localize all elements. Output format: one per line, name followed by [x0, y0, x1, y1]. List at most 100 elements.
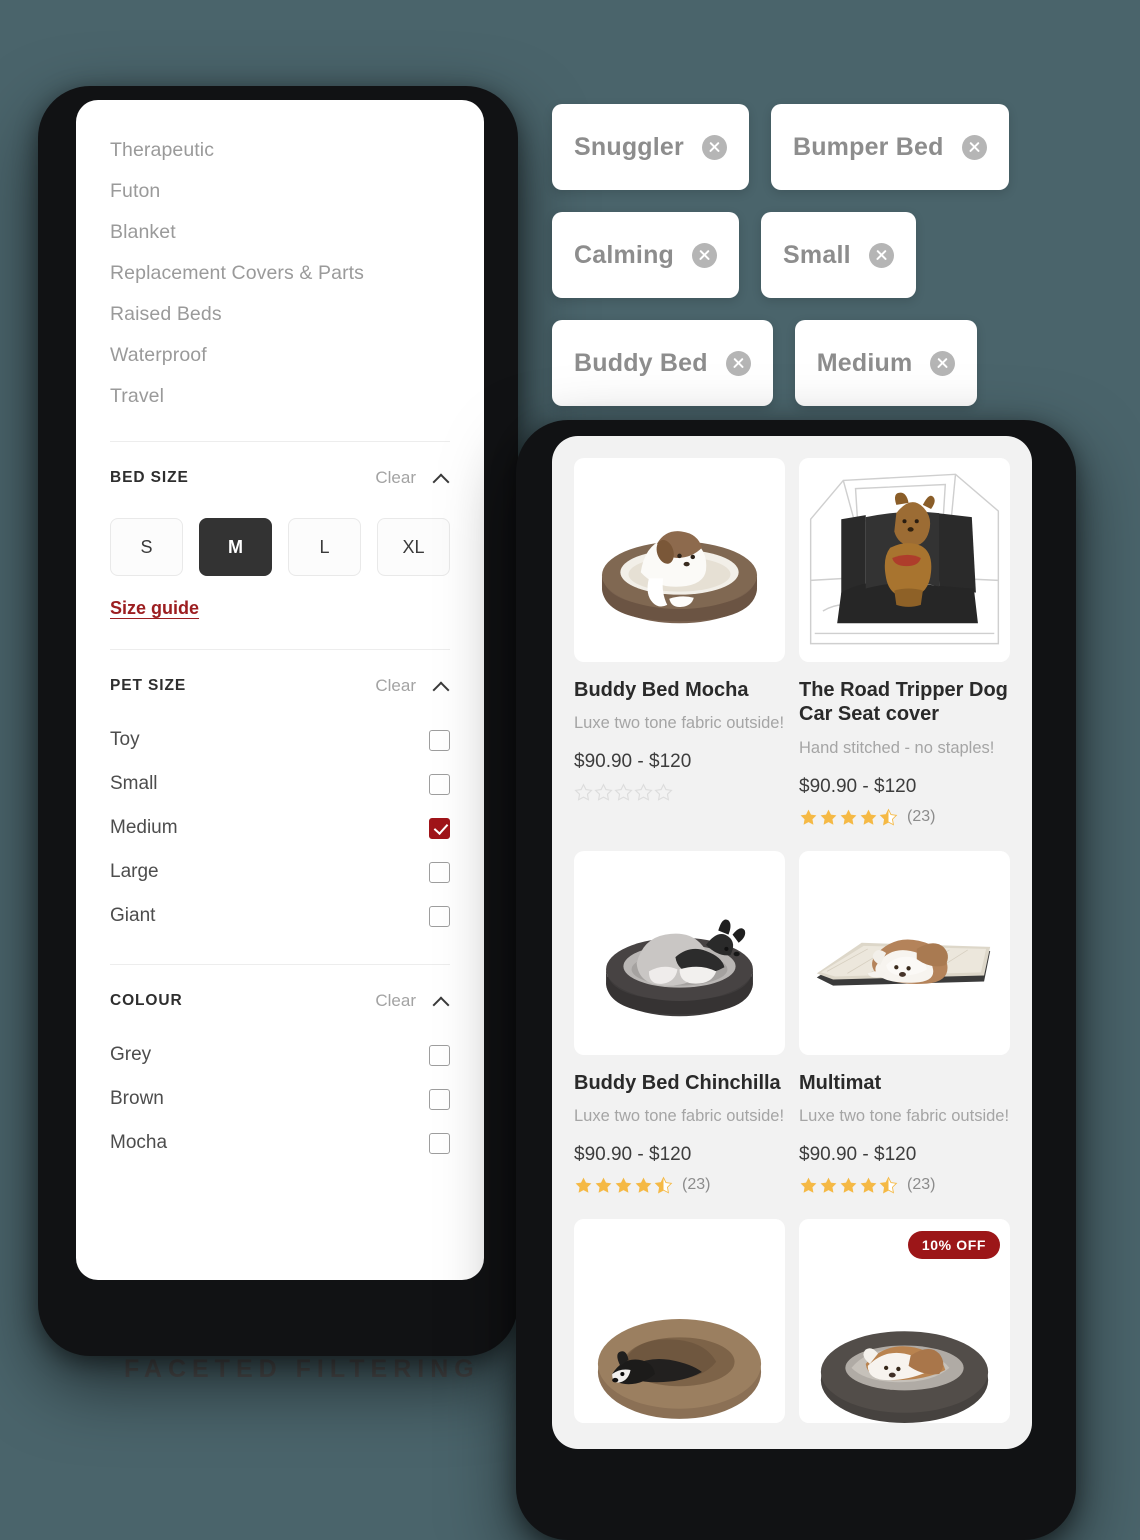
product-image-multimat[interactable] [799, 850, 1010, 1055]
filter-chip-medium[interactable]: Medium [794, 320, 978, 406]
bed-size-option-m[interactable]: M [199, 518, 272, 576]
category-item-raised-beds[interactable]: Raised Beds [110, 294, 450, 335]
star-empty-icon [574, 783, 593, 801]
colour-option-mocha[interactable]: Mocha [110, 1121, 450, 1165]
star-full-icon [820, 1177, 837, 1193]
review-count: (23) [682, 1176, 711, 1194]
star-full-icon [800, 1177, 817, 1193]
bed-size-option-l[interactable]: L [288, 518, 361, 576]
colour-option-grey[interactable]: Grey [110, 1033, 450, 1077]
star-rating-icons [799, 808, 898, 827]
active-filter-chips: Snuggler Bumper Bed Calming Small Buddy … [552, 104, 1052, 428]
star-full-icon [820, 809, 837, 825]
product-price: $90.90 - $120 [799, 1143, 917, 1165]
close-circle-icon[interactable] [930, 350, 956, 376]
pet-size-option-medium[interactable]: Medium [110, 806, 450, 850]
pet-size-label: Small [110, 773, 158, 794]
product-image-donut-bed-brown[interactable] [574, 1218, 785, 1423]
product-description: Luxe two tone fabric outside! [574, 1106, 785, 1125]
clear-pet-size-button[interactable]: Clear [375, 676, 416, 696]
star-full-icon [575, 1177, 592, 1193]
facet-bed-size-controls: Clear [375, 468, 450, 488]
chip-row: Calming Small [552, 212, 1052, 298]
product-image-road-tripper[interactable] [799, 458, 1010, 662]
chip-row: Snuggler Bumper Bed [552, 104, 1052, 190]
filter-chip-small[interactable]: Small [761, 212, 916, 298]
filter-chip-bumper-bed[interactable]: Bumper Bed [770, 104, 1009, 190]
star-full-icon [615, 1177, 632, 1193]
category-list: Therapeutic Futon Blanket Replacement Co… [110, 116, 450, 417]
chevron-up-icon[interactable] [434, 996, 450, 1006]
pet-size-option-giant[interactable]: Giant [110, 894, 450, 938]
close-circle-icon[interactable] [692, 242, 718, 268]
checkbox-grey[interactable] [429, 1044, 450, 1066]
chevron-up-icon[interactable] [434, 473, 450, 483]
product-price: $90.90 - $120 [799, 775, 917, 797]
product-image-buddy-bed-mocha[interactable] [574, 458, 785, 662]
chip-label: Bumper Bed [792, 132, 944, 161]
product-title[interactable]: Buddy Bed Mocha [574, 678, 785, 702]
filter-chip-snuggler[interactable]: Snuggler [552, 104, 749, 190]
pet-size-option-toy[interactable]: Toy [110, 718, 450, 762]
pet-size-options: Toy Small Medium Large Giant [110, 718, 450, 938]
category-item-travel[interactable]: Travel [110, 376, 450, 417]
product-title[interactable]: Multimat [799, 1071, 1010, 1095]
chip-label: Small [783, 240, 851, 269]
close-circle-icon[interactable] [701, 134, 727, 160]
star-half-icon [879, 1176, 898, 1194]
filter-panel: Therapeutic Futon Blanket Replacement Co… [76, 100, 484, 1165]
colour-label: Grey [110, 1044, 152, 1065]
car-seat-cover-illustration [802, 458, 1007, 662]
pet-size-option-large[interactable]: Large [110, 850, 450, 894]
size-guide-link[interactable]: Size guide [110, 598, 199, 619]
facet-pet-size-header: PET SIZE Clear [110, 676, 450, 702]
star-rating-icons [574, 783, 673, 802]
category-item-blanket[interactable]: Blanket [110, 212, 450, 253]
category-item-waterproof[interactable]: Waterproof [110, 335, 450, 376]
close-circle-icon[interactable] [725, 350, 751, 376]
checkbox-toy[interactable] [429, 729, 450, 751]
checkbox-small[interactable] [429, 773, 450, 795]
product-card: Buddy Bed Mocha Luxe two tone fabric out… [574, 458, 785, 851]
filter-chip-buddy-bed[interactable]: Buddy Bed [552, 320, 773, 406]
clear-colour-button[interactable]: Clear [375, 991, 416, 1011]
product-description: Hand stitched - no staples! [799, 738, 995, 757]
category-item-therapeutic[interactable]: Therapeutic [110, 130, 450, 171]
bed-size-option-s[interactable]: S [110, 518, 183, 576]
close-circle-icon[interactable] [961, 134, 987, 160]
chevron-up-icon[interactable] [434, 681, 450, 691]
filter-chip-calming[interactable]: Calming [552, 212, 740, 298]
star-empty-icon [614, 783, 633, 801]
product-price: $90.90 - $120 [574, 1143, 692, 1165]
donut-bed-brown-illustration [577, 1218, 782, 1423]
checkbox-giant[interactable] [429, 905, 450, 927]
discount-badge: 10% OFF [907, 1230, 1000, 1259]
category-item-futon[interactable]: Futon [110, 171, 450, 212]
checkbox-large[interactable] [429, 861, 450, 883]
facet-colour-title: COLOUR [110, 992, 183, 1009]
checkbox-mocha[interactable] [429, 1132, 450, 1154]
star-half-icon [654, 1176, 673, 1194]
star-full-icon [800, 809, 817, 825]
product-title[interactable]: Buddy Bed Chinchilla [574, 1071, 785, 1095]
category-item-replacement-covers[interactable]: Replacement Covers & Parts [110, 253, 450, 294]
chip-label: Calming [574, 240, 675, 269]
dog-bed-mocha-illustration [601, 531, 758, 624]
watermark-label: FACETED FILTERING [124, 1355, 480, 1383]
filter-screen: Therapeutic Futon Blanket Replacement Co… [76, 100, 484, 1280]
chip-label: Medium [816, 348, 913, 377]
facet-colour-header: COLOUR Clear [110, 991, 450, 1017]
clear-bed-size-button[interactable]: Clear [375, 468, 416, 488]
close-circle-icon[interactable] [868, 242, 894, 268]
checkbox-brown[interactable] [429, 1088, 450, 1110]
star-full-icon [595, 1177, 612, 1193]
pet-size-option-small[interactable]: Small [110, 762, 450, 806]
checkbox-medium[interactable] [429, 817, 450, 839]
product-rating: (23) [799, 808, 1010, 827]
product-image-grey-bed-sleeping-dog[interactable]: 10% OFF [799, 1218, 1010, 1423]
product-image-buddy-bed-chinchilla[interactable] [574, 850, 785, 1055]
colour-option-brown[interactable]: Brown [110, 1077, 450, 1121]
pet-size-label: Large [110, 861, 159, 882]
bed-size-option-xl[interactable]: XL [377, 518, 450, 576]
product-title[interactable]: The Road Tripper Dog Car Seat cover [799, 678, 1010, 727]
